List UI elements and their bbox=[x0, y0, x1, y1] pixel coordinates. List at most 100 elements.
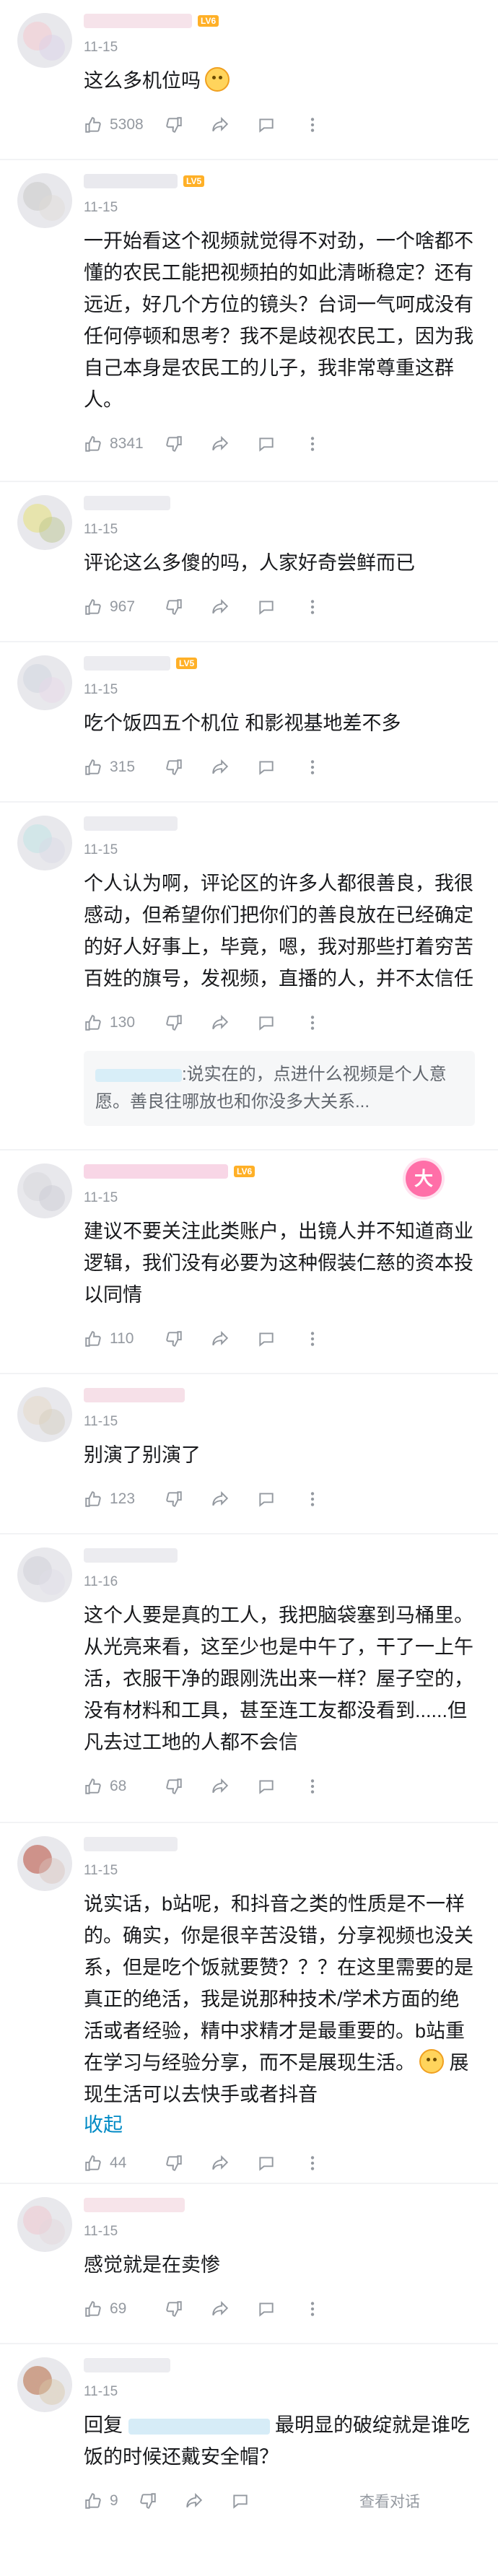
like-button[interactable]: 315 bbox=[84, 758, 165, 777]
username[interactable] bbox=[84, 656, 170, 671]
avatar[interactable] bbox=[17, 2197, 72, 2252]
reply-button[interactable] bbox=[257, 1777, 276, 1796]
share-button[interactable] bbox=[211, 1490, 230, 1509]
dislike-button[interactable] bbox=[165, 1490, 183, 1509]
comment-item: LV5 11-15 一开始看这个视频就觉得不对劲，一个啥都不懂的农民工能把视频拍… bbox=[0, 160, 498, 482]
share-button[interactable] bbox=[211, 435, 230, 453]
reply-preview[interactable]: :说实在的，点进什么视频是个人意愿。善良往哪放也和你没多大关系... bbox=[84, 1051, 475, 1126]
reply-button[interactable] bbox=[257, 1013, 276, 1032]
share-button[interactable] bbox=[211, 2300, 230, 2318]
share-button[interactable] bbox=[185, 2492, 204, 2510]
avatar[interactable] bbox=[17, 173, 72, 228]
reply-button[interactable] bbox=[257, 2154, 276, 2173]
avatar[interactable] bbox=[17, 495, 72, 550]
avatar[interactable] bbox=[17, 1836, 72, 1891]
comment-icon bbox=[259, 118, 274, 133]
username[interactable] bbox=[84, 1388, 185, 1402]
more-button[interactable] bbox=[303, 2154, 322, 2173]
reply-button[interactable] bbox=[257, 435, 276, 453]
username[interactable] bbox=[84, 14, 192, 28]
dislike-button[interactable] bbox=[139, 2492, 157, 2510]
share-button[interactable] bbox=[211, 1777, 230, 1796]
username[interactable] bbox=[84, 174, 178, 188]
avatar[interactable] bbox=[17, 13, 72, 68]
reply-button[interactable] bbox=[231, 2492, 250, 2510]
username[interactable] bbox=[84, 2198, 185, 2212]
like-button[interactable]: 967 bbox=[84, 598, 165, 616]
like-button[interactable]: 5308 bbox=[84, 115, 165, 134]
level-badge: LV5 bbox=[176, 658, 198, 669]
like-button[interactable]: 110 bbox=[84, 1330, 165, 1348]
thumb-down-icon bbox=[166, 2301, 182, 2317]
comment-item: 11-15 评论这么多傻的吗，人家好奇尝鲜而已 967 bbox=[0, 482, 498, 642]
like-button[interactable]: 44 bbox=[84, 2154, 165, 2173]
share-button[interactable] bbox=[211, 1330, 230, 1348]
avatar[interactable] bbox=[17, 2357, 72, 2412]
more-button[interactable] bbox=[303, 758, 322, 777]
dislike-button[interactable] bbox=[165, 758, 183, 777]
reply-button[interactable] bbox=[257, 1330, 276, 1348]
like-button[interactable]: 8341 bbox=[84, 435, 165, 453]
dislike-button[interactable] bbox=[165, 1013, 183, 1032]
more-button[interactable] bbox=[303, 435, 322, 453]
more-button[interactable] bbox=[303, 598, 322, 616]
avatar[interactable] bbox=[17, 655, 72, 710]
username[interactable] bbox=[84, 1164, 228, 1179]
share-button[interactable] bbox=[211, 1013, 230, 1032]
comment-actions: 69 bbox=[84, 2288, 475, 2330]
like-button[interactable]: 123 bbox=[84, 1490, 165, 1509]
like-button[interactable]: 69 bbox=[84, 2300, 165, 2318]
reply-button[interactable] bbox=[257, 1490, 276, 1509]
share-icon bbox=[212, 1014, 229, 1030]
more-button[interactable] bbox=[303, 1330, 322, 1348]
username[interactable] bbox=[84, 1548, 178, 1563]
comment-actions: 123 bbox=[84, 1478, 475, 1520]
comment-actions: 8341 bbox=[84, 423, 475, 465]
avatar[interactable] bbox=[17, 1547, 72, 1602]
like-button[interactable]: 9 bbox=[84, 2492, 139, 2510]
dislike-button[interactable] bbox=[165, 435, 183, 453]
collapse-link[interactable]: 收起 bbox=[84, 2110, 475, 2139]
comment-date: 11-15 bbox=[84, 2224, 118, 2239]
thumb-up-icon bbox=[85, 1015, 101, 1031]
reply-mention-link[interactable] bbox=[128, 2418, 270, 2435]
more-button[interactable] bbox=[303, 115, 322, 134]
dislike-button[interactable] bbox=[165, 2300, 183, 2318]
share-button[interactable] bbox=[211, 2154, 230, 2173]
thinking-emoji-icon bbox=[419, 2049, 444, 2074]
dislike-button[interactable] bbox=[165, 1777, 183, 1796]
comment-text: 回复 最明显的破绽就是谁吃饭的时候还戴安全帽？ bbox=[84, 2414, 471, 2468]
comment-date: 11-15 bbox=[84, 522, 118, 537]
level-badge: LV5 bbox=[183, 175, 205, 187]
share-button[interactable] bbox=[211, 115, 230, 134]
like-button[interactable]: 68 bbox=[84, 1777, 165, 1796]
thumb-up-icon bbox=[85, 759, 101, 775]
reply-username[interactable] bbox=[95, 1068, 182, 1082]
avatar[interactable] bbox=[17, 1387, 72, 1442]
username[interactable] bbox=[84, 1837, 178, 1851]
comment-actions: 110 bbox=[84, 1318, 475, 1360]
dislike-button[interactable] bbox=[165, 2154, 183, 2173]
dislike-button[interactable] bbox=[165, 1330, 183, 1348]
more-button[interactable] bbox=[303, 2300, 322, 2318]
more-button[interactable] bbox=[303, 1490, 322, 1509]
view-dialog-link[interactable]: 查看对话 bbox=[359, 2490, 420, 2512]
share-button[interactable] bbox=[211, 758, 230, 777]
reply-button[interactable] bbox=[257, 598, 276, 616]
more-button[interactable] bbox=[303, 1013, 322, 1032]
dislike-button[interactable] bbox=[165, 598, 183, 616]
reply-button[interactable] bbox=[257, 115, 276, 134]
like-button[interactable]: 130 bbox=[84, 1013, 165, 1032]
more-icon bbox=[310, 1492, 315, 1506]
thumb-down-icon bbox=[166, 1015, 182, 1031]
share-button[interactable] bbox=[211, 598, 230, 616]
dislike-button[interactable] bbox=[165, 115, 183, 134]
username[interactable] bbox=[84, 496, 170, 510]
reply-button[interactable] bbox=[257, 2300, 276, 2318]
avatar[interactable] bbox=[17, 1163, 72, 1218]
reply-button[interactable] bbox=[257, 758, 276, 777]
username[interactable] bbox=[84, 2358, 170, 2372]
more-button[interactable] bbox=[303, 1777, 322, 1796]
username[interactable] bbox=[84, 816, 178, 831]
avatar[interactable] bbox=[17, 816, 72, 870]
